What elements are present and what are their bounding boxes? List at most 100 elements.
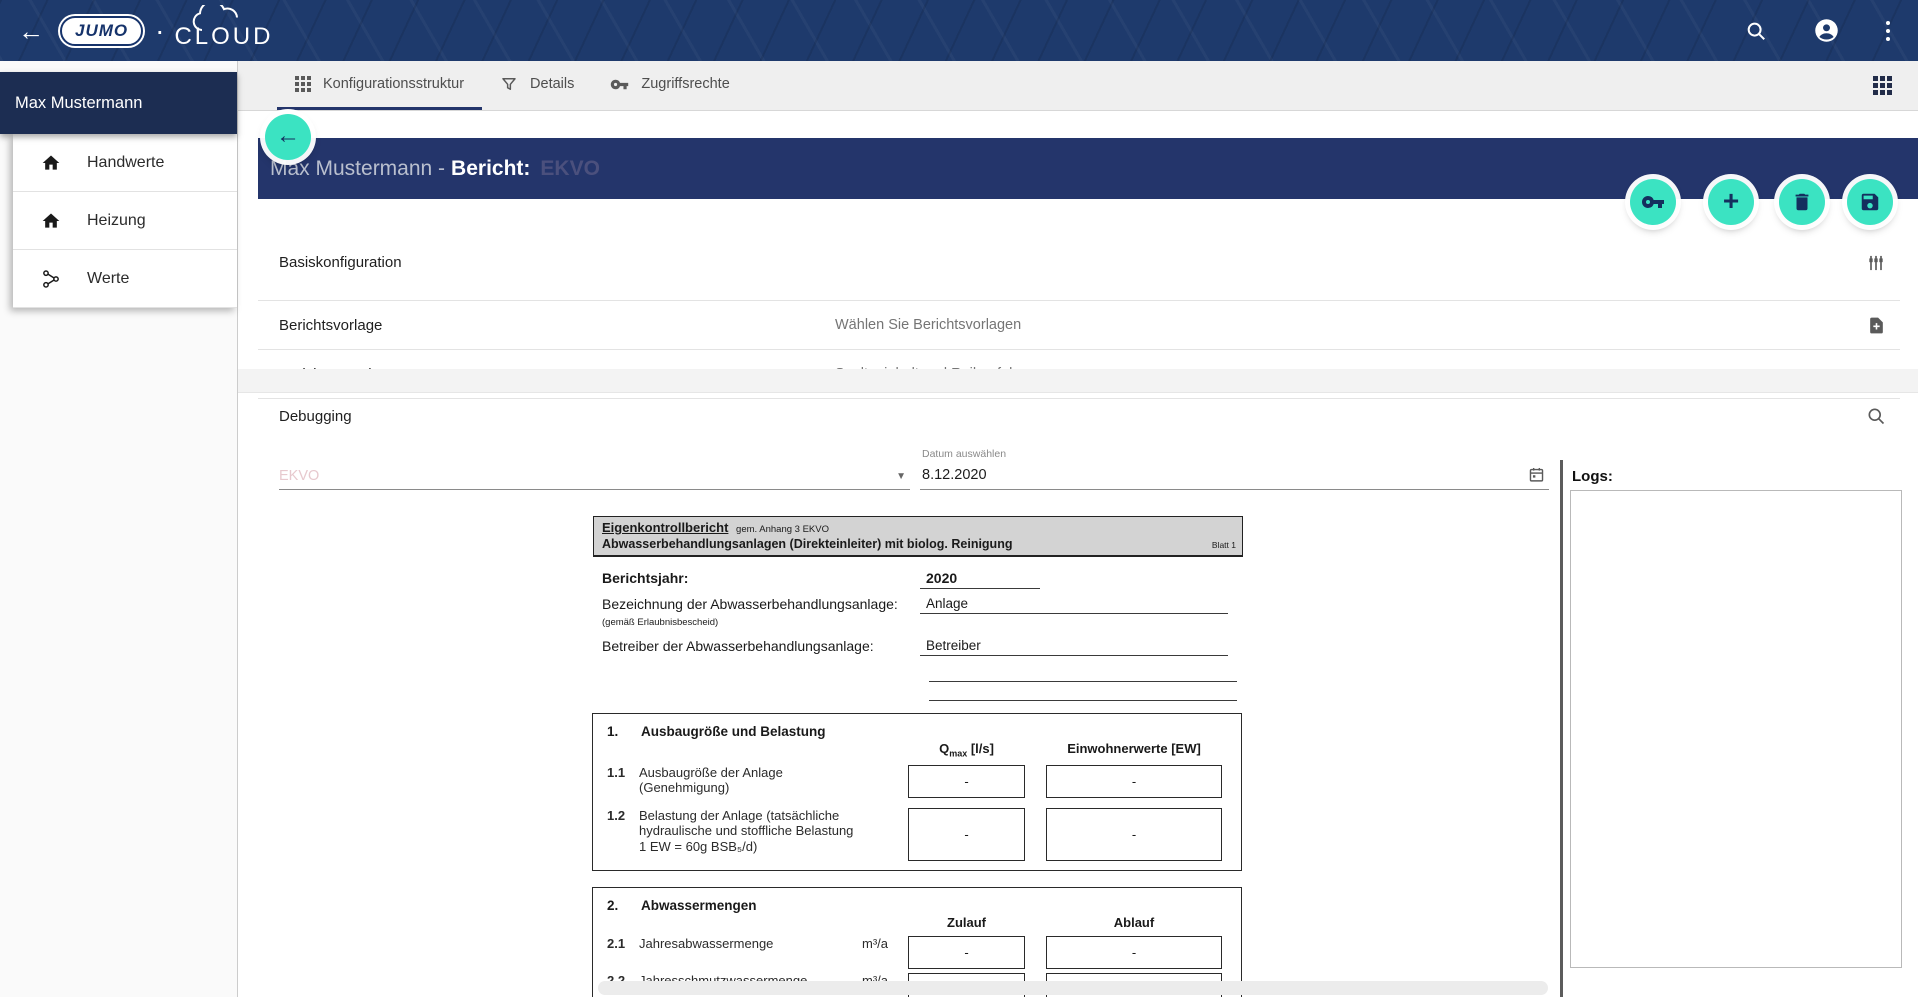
tab-zugriffsrechte[interactable]: Zugriffsrechte xyxy=(592,61,747,110)
share-icon xyxy=(41,269,61,289)
report-header-box: Eigenkontrollbericht gem. Anhang 3 EKVO … xyxy=(593,516,1243,557)
section-number: 2. xyxy=(607,898,627,913)
home-icon xyxy=(41,153,61,173)
column-header-qmax: Qmax [l/s] xyxy=(908,741,1025,759)
sidebar-item-werte[interactable]: Werte xyxy=(13,250,237,308)
report-preview: Eigenkontrollbericht gem. Anhang 3 EKVO … xyxy=(593,516,1243,701)
sidebar-item-handwerte[interactable]: Handwerte xyxy=(13,134,237,192)
grid-icon xyxy=(295,76,311,92)
table-row: 1.1 Ausbaugröße der Anlage (Genehmigung)… xyxy=(607,765,1231,798)
date-field-label: Datum auswählen xyxy=(922,448,1006,460)
debugging-label: Debugging xyxy=(279,408,352,425)
plus-icon: + xyxy=(1723,187,1739,215)
search-icon[interactable] xyxy=(1866,406,1886,426)
report-sheet-number: Blatt 1 xyxy=(1212,540,1236,550)
report-title: Eigenkontrollbericht xyxy=(602,520,728,535)
plant-name-value: Anlage xyxy=(920,596,1228,614)
account-icon[interactable] xyxy=(1813,17,1840,44)
main-content: Konfigurationsstruktur Details Zugriffsr… xyxy=(237,61,1918,997)
brand-dot: · xyxy=(155,15,164,47)
blank-line xyxy=(929,682,1237,701)
jumo-cloud-logo: JUMO · CLOUD xyxy=(60,11,273,51)
add-button[interactable]: + xyxy=(1708,179,1754,225)
save-icon xyxy=(1859,191,1881,213)
sidebar-header: Max Mustermann xyxy=(0,72,237,134)
report-title-suffix: gem. Anhang 3 EKVO xyxy=(736,524,829,535)
row-value: Wählen Sie Berichtsvorlagen xyxy=(835,317,1021,333)
filter-icon xyxy=(500,75,518,93)
back-icon[interactable]: ← xyxy=(18,18,44,44)
apps-grid-icon[interactable] xyxy=(1873,76,1892,95)
section-title: Ausbaugröße und Belastung xyxy=(641,724,826,739)
row-berichtsvorlage[interactable]: Berichtsvorlage Wählen Sie Berichtsvorla… xyxy=(258,301,1900,350)
row-text: hydraulische und stoffliche Belastung xyxy=(639,823,853,839)
delete-button[interactable] xyxy=(1779,179,1825,225)
top-app-bar: ← JUMO · CLOUD xyxy=(0,0,1918,61)
key-icon xyxy=(610,75,629,94)
debugging-section-header: Debugging xyxy=(258,392,1900,440)
row-text: (Genehmigung) xyxy=(639,780,783,796)
banner-ghost-text: EKVO xyxy=(540,157,600,181)
page-title: Bericht: xyxy=(451,157,530,181)
report-fields: Berichtsjahr: 2020 Bezeichnung der Abwas… xyxy=(593,570,1243,701)
more-vert-icon[interactable] xyxy=(1886,21,1890,41)
back-button[interactable]: ← xyxy=(265,114,311,160)
value-cell: - xyxy=(908,808,1025,861)
save-button[interactable] xyxy=(1847,179,1893,225)
row-text: Belastung der Anlage (tatsächliche xyxy=(639,808,853,824)
vertical-divider xyxy=(1560,460,1563,997)
date-field-value: 8.12.2020 xyxy=(922,467,987,483)
report-select[interactable]: EKVO ▼ xyxy=(279,450,910,490)
banner-prefix: Max Mustermann - xyxy=(270,157,445,181)
row-number: 1.2 xyxy=(607,808,629,855)
column-header-ablauf: Ablauf xyxy=(1046,915,1222,930)
logs-panel xyxy=(1570,490,1902,968)
tab-bar: Konfigurationsstruktur Details Zugriffsr… xyxy=(237,61,1918,111)
sidebar-item-heizung[interactable]: Heizung xyxy=(13,192,237,250)
year-value: 2020 xyxy=(920,570,1040,589)
year-label: Berichtsjahr: xyxy=(602,570,920,589)
row-text: Jahresabwassermenge xyxy=(639,936,773,951)
tab-details[interactable]: Details xyxy=(482,61,592,110)
row-unit: m³/a xyxy=(862,936,902,951)
column-header-ew: Einwohnerwerte [EW] xyxy=(1046,741,1222,759)
operator-label: Betreiber der Abwasserbehandlungsanlage: xyxy=(602,638,920,656)
access-rights-button[interactable] xyxy=(1630,179,1676,225)
date-picker-field[interactable]: Datum auswählen 8.12.2020 xyxy=(920,443,1549,490)
trash-icon xyxy=(1791,191,1813,213)
tab-label: Details xyxy=(530,76,574,92)
home-icon xyxy=(41,211,61,231)
value-cell: - xyxy=(908,765,1025,798)
row-number: 1.1 xyxy=(607,765,629,796)
row-label: Basiskonfiguration xyxy=(279,254,402,271)
select-ghost-value: EKVO xyxy=(279,468,319,484)
plant-name-note: (gemäß Erlaubnisbescheid) xyxy=(602,617,1243,628)
section-title: Abwassermengen xyxy=(641,898,757,913)
tab-label: Konfigurationsstruktur xyxy=(323,76,464,92)
table-row: 2.1 Jahresabwassermenge m³/a - - xyxy=(607,936,1231,969)
sidebar: Max Mustermann Handwerte Heizung Werte xyxy=(0,61,238,997)
horizontal-scrollbar[interactable] xyxy=(598,981,1548,995)
row-number: 2.1 xyxy=(607,936,629,951)
report-section-1: 1. Ausbaugröße und Belastung Qmax [l/s] … xyxy=(592,713,1242,871)
blank-line xyxy=(929,663,1237,682)
chevron-down-icon[interactable]: ▼ xyxy=(896,471,906,482)
search-icon[interactable] xyxy=(1745,20,1767,42)
value-cell: - xyxy=(1046,936,1222,969)
report-subtitle: Abwasserbehandlungsanlagen (Direkteinlei… xyxy=(602,537,1012,551)
cloud-icon xyxy=(188,5,266,31)
note-add-icon[interactable] xyxy=(1867,316,1886,335)
sidebar-menu: Handwerte Heizung Werte xyxy=(13,134,237,308)
tab-konfigurationsstruktur[interactable]: Konfigurationsstruktur xyxy=(277,61,482,110)
column-header-zulauf: Zulauf xyxy=(908,915,1025,930)
tune-icon[interactable] xyxy=(1866,253,1886,273)
plant-name-label: Bezeichnung der Abwasserbehandlungsanlag… xyxy=(602,596,920,614)
operator-value: Betreiber xyxy=(920,638,1228,656)
value-cell: - xyxy=(1046,808,1222,861)
key-icon xyxy=(1641,190,1665,214)
calendar-icon[interactable] xyxy=(1528,466,1545,483)
jumo-logo: JUMO xyxy=(60,16,143,46)
row-text: 1 EW = 60g BSB₅/d) xyxy=(639,839,853,855)
tab-label: Zugriffsrechte xyxy=(641,76,729,92)
section-divider xyxy=(237,369,1918,393)
